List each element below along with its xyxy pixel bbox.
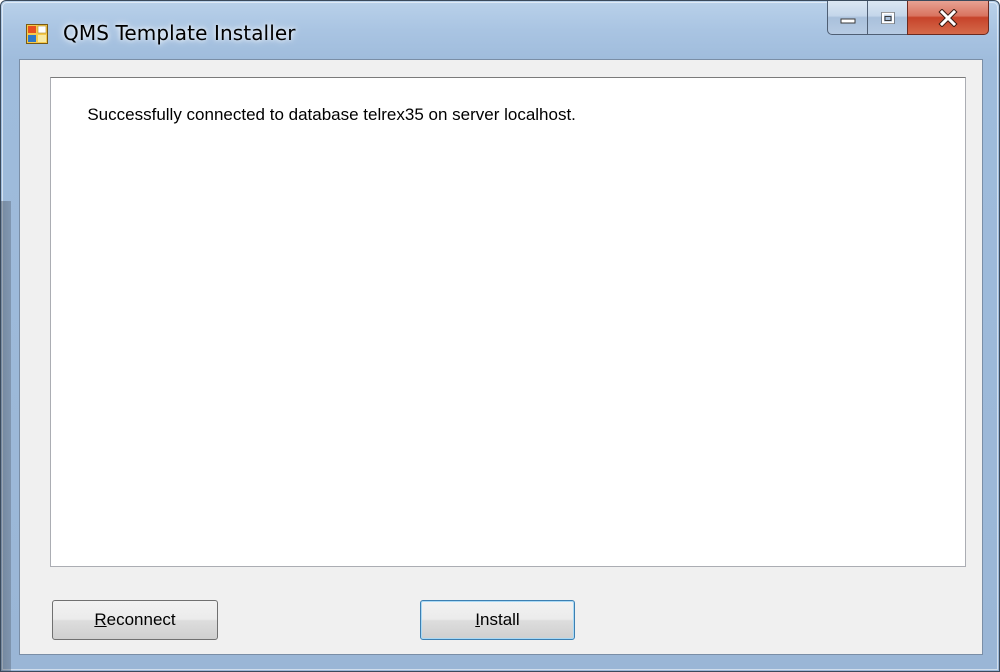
window-title: QMS Template Installer (63, 21, 296, 45)
app-window-icon (26, 24, 48, 44)
reconnect-label-rest: econnect (106, 610, 176, 629)
install-button[interactable]: Install (420, 600, 575, 640)
frame-shadow (1, 201, 11, 671)
maximize-icon (881, 11, 894, 24)
reconnect-label: Reconnect (94, 610, 175, 630)
minimize-icon (840, 18, 855, 23)
client-area: Successfully connected to database telre… (19, 59, 983, 655)
close-button[interactable] (907, 1, 989, 35)
install-label-rest: nstall (480, 610, 520, 629)
minimize-button[interactable] (827, 1, 867, 35)
install-label: Install (475, 610, 519, 630)
status-log-textbox[interactable]: Successfully connected to database telre… (50, 77, 966, 567)
maximize-button[interactable] (867, 1, 907, 35)
close-icon (938, 8, 958, 27)
reconnect-mnemonic: R (94, 610, 107, 629)
title-bar[interactable]: QMS Template Installer (1, 1, 999, 67)
status-message: Successfully connected to database telre… (87, 105, 576, 124)
reconnect-button[interactable]: Reconnect (52, 600, 218, 640)
caption-buttons (827, 1, 989, 35)
installer-window: QMS Template Installer Successfully conn… (0, 0, 1000, 672)
